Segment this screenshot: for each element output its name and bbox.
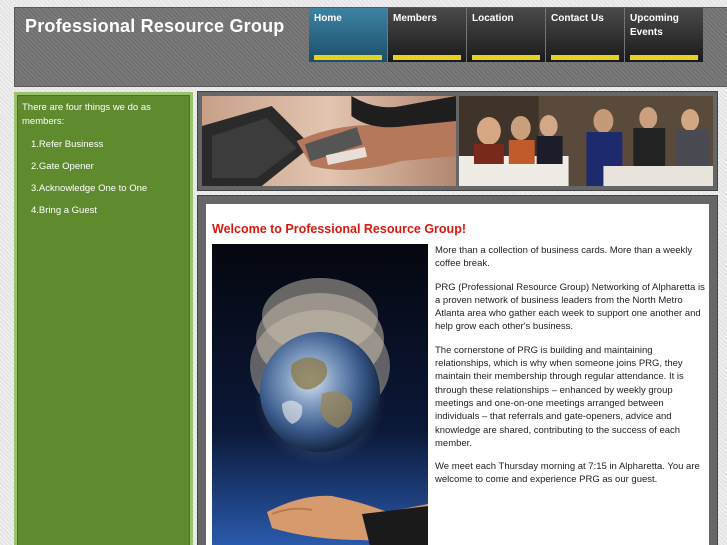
nav-contact-us[interactable]: Contact Us: [546, 8, 624, 62]
nav-home[interactable]: Home: [309, 8, 387, 62]
sidebar-list: 1.Refer Business 2.Gate Opener 3.Acknowl…: [22, 139, 185, 217]
list-item: 3.Acknowledge One to One: [31, 183, 148, 194]
site-header: Professional Resource Group Home Members…: [14, 7, 727, 87]
intro-paragraph: We meet each Thursday morning at 7:15 in…: [435, 461, 700, 486]
intro-text: More than a collection of business cards…: [435, 244, 705, 497]
nav-members-label: Members: [393, 13, 437, 24]
nav-indicator-bar: [472, 55, 540, 60]
nav-upcoming-events-label: Upcoming Events: [630, 13, 679, 38]
page-title: Welcome to Professional Resource Group!: [212, 222, 466, 236]
nav-indicator-bar: [630, 55, 698, 60]
handshake-with-business-card-photo: [202, 96, 456, 186]
nav-location[interactable]: Location: [467, 8, 545, 62]
list-item: 1.Refer Business: [31, 139, 104, 150]
site-title[interactable]: Professional Resource Group: [25, 16, 284, 37]
nav-location-label: Location: [472, 13, 514, 24]
main-content: Welcome to Professional Resource Group!: [206, 204, 709, 545]
networking-event-photo: [459, 96, 713, 186]
nav-members[interactable]: Members: [388, 8, 466, 62]
content-frame: Welcome to Professional Resource Group!: [197, 195, 718, 545]
intro-paragraph: More than a collection of business cards…: [435, 245, 693, 270]
nav-contact-us-label: Contact Us: [551, 13, 604, 24]
globe-in-hand-photo: [212, 244, 428, 545]
sidebar-intro: There are four things we do as members:: [22, 102, 151, 127]
nav-upcoming-events[interactable]: Upcoming Events: [625, 8, 703, 62]
sidebar: There are four things we do as members: …: [14, 92, 193, 545]
nav-indicator-bar: [314, 55, 382, 60]
main-nav: Home Members Location Contact Us Upcomin…: [309, 8, 704, 62]
intro-paragraph: PRG (Professional Resource Group) Networ…: [435, 281, 705, 333]
nav-indicator-bar: [393, 55, 461, 60]
intro-paragraph: The cornerstone of PRG is building and m…: [435, 344, 684, 449]
list-item: 4.Bring a Guest: [31, 205, 98, 216]
nav-indicator-bar: [551, 55, 619, 60]
list-item: 2.Gate Opener: [31, 161, 94, 172]
header-banner: [197, 91, 718, 191]
nav-home-label: Home: [314, 13, 342, 24]
